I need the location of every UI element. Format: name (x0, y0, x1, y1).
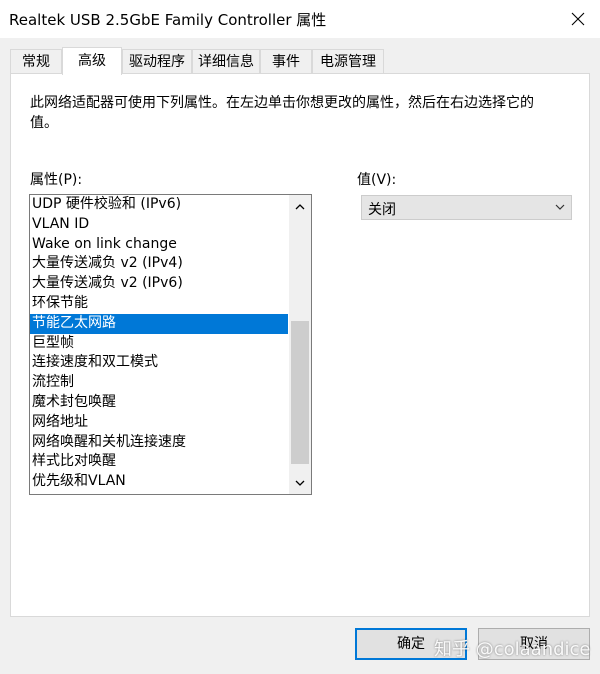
scroll-down-button[interactable] (289, 472, 311, 494)
property-listbox[interactable]: UDP 硬件校验和 (IPv6) VLAN ID Wake on link chan… (29, 194, 312, 495)
value-label: 值(V): (357, 172, 397, 188)
listbox-scrollbar[interactable] (289, 195, 311, 494)
property-label: 属性(P): (30, 172, 83, 188)
value-dropdown-text: 关闭 (368, 202, 396, 218)
title-bar: Realtek USB 2.5GbE Family Controller 属性 (0, 0, 600, 38)
close-button[interactable] (556, 0, 600, 38)
tab-general[interactable]: 常规 (10, 49, 62, 74)
property-item[interactable]: 大量传送减负 v2 (IPv6) (30, 274, 288, 294)
cancel-button[interactable]: 取消 (478, 628, 590, 660)
tab-power-management[interactable]: 电源管理 (312, 49, 384, 74)
tab-details[interactable]: 详细信息 (192, 49, 260, 74)
ok-button[interactable]: 确定 (355, 628, 467, 660)
property-item[interactable]: VLAN ID (30, 215, 288, 235)
property-item[interactable]: 流控制 (30, 373, 288, 393)
window-title: Realtek USB 2.5GbE Family Controller 属性 (9, 11, 327, 29)
tab-driver[interactable]: 驱动程序 (122, 49, 192, 74)
property-item[interactable]: 连接速度和双工模式 (30, 353, 288, 373)
property-item[interactable]: Wake on link change (30, 235, 288, 255)
property-item[interactable]: 节能乙太网路 (30, 313, 288, 334)
chevron-down-icon (555, 204, 565, 210)
scroll-up-button[interactable] (289, 195, 311, 217)
tab-events[interactable]: 事件 (260, 49, 312, 74)
property-item[interactable]: 优先级和VLAN (30, 472, 288, 492)
property-item[interactable]: 网络地址 (30, 413, 288, 433)
close-icon (571, 12, 585, 26)
property-item[interactable]: 样式比对唤醒 (30, 452, 288, 472)
property-item[interactable]: UDP 硬件校验和 (IPv6) (30, 195, 288, 215)
value-dropdown[interactable]: 关闭 (361, 195, 572, 220)
property-item[interactable]: 巨型帧 (30, 334, 288, 354)
property-item[interactable]: 网络唤醒和关机连接速度 (30, 433, 288, 453)
advanced-panel: 此网络适配器可使用下列属性。在左边单击你想更改的属性，然后在右边选择它的值。 属… (10, 73, 590, 617)
property-item[interactable]: 大量传送减负 v2 (IPv4) (30, 254, 288, 274)
panel-description: 此网络适配器可使用下列属性。在左边单击你想更改的属性，然后在右边选择它的值。 (30, 95, 534, 131)
property-item[interactable]: 魔术封包唤醒 (30, 393, 288, 413)
property-list: UDP 硬件校验和 (IPv6) VLAN ID Wake on link chan… (30, 195, 288, 492)
chevron-down-icon (295, 480, 305, 486)
chevron-up-icon (295, 203, 305, 209)
tab-advanced[interactable]: 高级 (62, 47, 122, 75)
property-item[interactable]: 环保节能 (30, 294, 288, 314)
scroll-thumb[interactable] (291, 321, 309, 464)
